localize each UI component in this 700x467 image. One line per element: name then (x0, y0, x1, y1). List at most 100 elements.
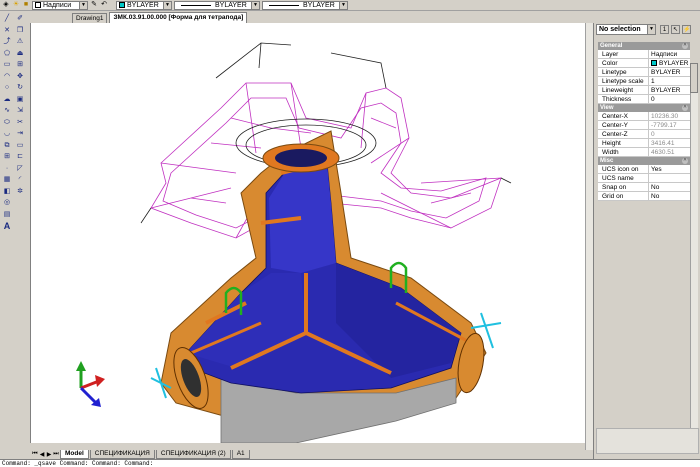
rotate-icon[interactable]: ↻ (15, 83, 25, 93)
prop-key: Snap on (598, 183, 649, 191)
section-view[interactable]: View ^ (598, 104, 690, 112)
prop-row[interactable]: Lineweight BYLAYER (598, 86, 690, 95)
chevron-down-icon: ▼ (251, 1, 259, 9)
toggle-pickadd-icon[interactable]: 1 (660, 25, 669, 34)
prop-row[interactable]: Thickness 0 (598, 95, 690, 104)
tab-specification[interactable]: СПЕЦИФИКАЦИЯ (89, 450, 155, 459)
prop-row[interactable]: Linetype scale 1 (598, 77, 690, 86)
ellipse-arc-icon[interactable]: ◡ (2, 129, 12, 139)
selection-dropdown-value: No selection (599, 26, 641, 33)
make-current-layer-icon[interactable]: ✎ (90, 1, 98, 9)
break-icon[interactable]: ▭ (15, 141, 25, 151)
prop-row[interactable]: Width 4630.51 (598, 148, 690, 157)
lineweight-dropdown[interactable]: BYLAYER ▼ (262, 0, 348, 10)
prop-key: Height (598, 139, 649, 147)
selection-dropdown[interactable]: No selection ▼ (596, 24, 656, 35)
make-block-icon[interactable]: ⊞ (2, 152, 12, 162)
collapse-icon[interactable]: ^ (682, 158, 688, 164)
properties-scrollbar[interactable] (690, 63, 698, 453)
prop-row[interactable]: Center-X 10236.30 (598, 112, 690, 121)
prop-row[interactable]: Grid on No (598, 192, 690, 201)
table-icon[interactable]: ▤ (2, 210, 12, 220)
tab-drawing1[interactable]: Drawing1 (72, 13, 108, 23)
stretch-icon[interactable]: ⇲ (15, 106, 25, 116)
layer-previous-icon[interactable]: ↶ (100, 1, 108, 9)
prop-key: Center-Z (598, 130, 649, 138)
select-objects-icon[interactable]: ↖ (671, 25, 680, 34)
prop-row[interactable]: Layer Надписи (598, 50, 690, 59)
properties-table: General ^ Layer Надписи Color BYLAYER Line… (598, 42, 690, 201)
prop-row[interactable]: Snap on No (598, 183, 690, 192)
lock-icon[interactable]: ■ (22, 1, 30, 9)
trim-icon[interactable]: ✂ (15, 118, 25, 128)
polygon-icon[interactable]: ⬠ (2, 49, 12, 59)
revision-cloud-icon[interactable]: ☁ (2, 95, 12, 105)
prop-key: Center-Y (598, 121, 649, 129)
join-icon[interactable]: ⊏ (15, 152, 25, 162)
line-icon[interactable]: ╱ (2, 14, 12, 24)
gradient-icon[interactable]: ◧ (2, 187, 12, 197)
fillet-icon[interactable]: ◜ (15, 175, 25, 185)
construction-line-icon[interactable]: ✕ (2, 26, 12, 36)
explode-icon[interactable]: ✲ (15, 187, 25, 197)
lineweight-dropdown-value: BYLAYER (303, 1, 335, 9)
chamfer-icon[interactable]: ◸ (15, 164, 25, 174)
circle-icon[interactable]: ○ (2, 83, 12, 93)
rectangle-icon[interactable]: ▭ (2, 60, 12, 70)
prop-row[interactable]: Center-Y -7799.17 (598, 121, 690, 130)
arc-icon[interactable]: ◠ (2, 72, 12, 82)
tab-a1[interactable]: A1 (231, 450, 250, 459)
tab-active-drawing[interactable]: ЗМК.03.91.00.000 [Форма для тетрапода] (109, 12, 248, 23)
first-tab-icon[interactable]: ⏮ (32, 451, 38, 458)
properties-scrollbar-thumb[interactable] (690, 63, 698, 93)
insert-block-icon[interactable]: ⧉ (2, 141, 12, 151)
last-tab-icon[interactable]: ⏭ (53, 451, 59, 458)
prev-tab-icon[interactable]: ◀ (39, 451, 45, 458)
tab-model[interactable]: Model (60, 450, 89, 459)
prop-key: Layer (598, 50, 649, 58)
prop-row[interactable]: Height 3416.41 (598, 139, 690, 148)
spline-icon[interactable]: ∿ (2, 106, 12, 116)
prop-row[interactable]: UCS name (598, 174, 690, 183)
prop-key: Lineweight (598, 86, 649, 94)
section-misc[interactable]: Misc ^ (598, 157, 690, 165)
offset-icon[interactable]: ⏏ (15, 49, 25, 59)
quick-select-icon[interactable]: ⚡ (682, 25, 691, 34)
prop-row[interactable]: Center-Z 0 (598, 130, 690, 139)
erase-icon[interactable]: ✐ (15, 14, 25, 24)
linetype-dropdown[interactable]: BYLAYER ▼ (174, 0, 260, 10)
mirror-icon[interactable]: ⚠ (15, 37, 25, 47)
chevron-down-icon: ▼ (79, 1, 87, 9)
next-tab-icon[interactable]: ▶ (46, 451, 52, 458)
ellipse-icon[interactable]: ⬭ (2, 118, 12, 128)
tab-specification-2[interactable]: СПЕЦИФИКАЦИЯ (2) (155, 450, 231, 459)
viewport-vertical-scrollbar[interactable] (585, 23, 593, 450)
collapse-icon[interactable]: ^ (682, 43, 688, 49)
layer-state-icon[interactable]: ◈ (2, 1, 10, 9)
collapse-icon[interactable]: ^ (682, 105, 688, 111)
prop-row[interactable]: Color BYLAYER (598, 59, 690, 68)
prop-row[interactable]: UCS icon on Yes (598, 165, 690, 174)
properties-toolbar: ◈ ☀ ■ Надписи ▼ ✎ ↶ BYLAYER ▼ BYLAYER ▼ … (0, 0, 700, 11)
prop-value: 0 (651, 130, 655, 138)
copy-icon[interactable]: ❐ (15, 26, 25, 36)
polyline-icon[interactable]: ⤴ (2, 37, 12, 47)
move-icon[interactable]: ✥ (15, 72, 25, 82)
prop-value (649, 174, 690, 182)
extend-icon[interactable]: ⇥ (15, 129, 25, 139)
layer-dropdown[interactable]: Надписи ▼ (32, 0, 88, 10)
prop-row[interactable]: Linetype BYLAYER (598, 68, 690, 77)
hatch-icon[interactable]: ▦ (2, 175, 12, 185)
point-icon[interactable]: · (2, 164, 12, 174)
sun-icon[interactable]: ☀ (12, 1, 20, 9)
scale-icon[interactable]: ▣ (15, 95, 25, 105)
section-general[interactable]: General ^ (598, 42, 690, 50)
region-icon[interactable]: ◎ (2, 198, 12, 208)
prop-value: Yes (651, 165, 662, 173)
color-dropdown[interactable]: BYLAYER ▼ (116, 0, 172, 10)
array-icon[interactable]: ⊞ (15, 60, 25, 70)
text-icon[interactable]: A (2, 221, 12, 231)
drawing-viewport[interactable] (30, 23, 585, 443)
tetrapod-steel-frame (150, 130, 502, 443)
command-line[interactable]: Command: _qsave Command: Command: Comman… (0, 459, 700, 467)
